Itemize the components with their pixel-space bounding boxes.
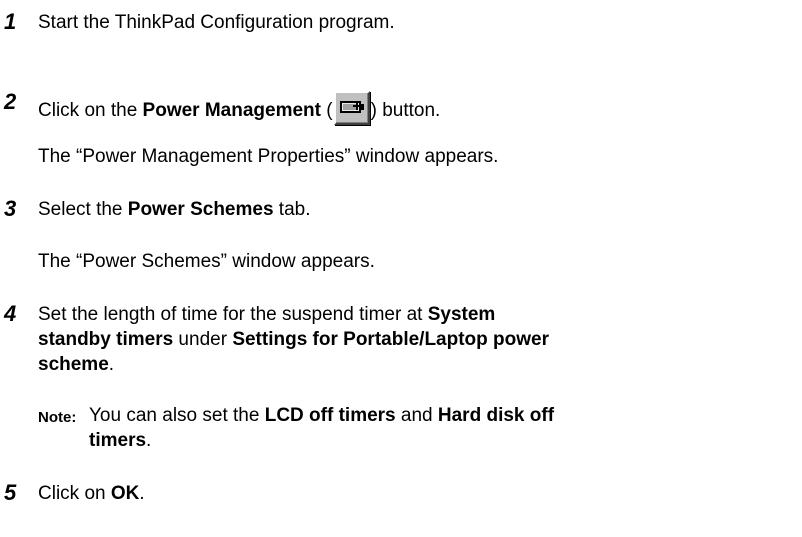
step-2-pre: Click on the — [38, 100, 143, 121]
step-3-text: Select the Power Schemes tab. — [38, 199, 311, 220]
step-2-open: ( — [320, 100, 333, 121]
note-line-2: timers. — [89, 430, 152, 451]
power-management-label: Power Management — [142, 100, 321, 121]
step-2-text: Click on the Power Management ( ) button. — [38, 91, 440, 125]
step-4-line-2: standby timers under Settings for Portab… — [38, 329, 549, 350]
note-line-1: You can also set the LCD off timers and … — [89, 405, 555, 426]
step-1-text: Start the ThinkPad Configuration program… — [38, 12, 395, 33]
note-label: Note: — [38, 409, 77, 426]
step-number-4: 4 — [4, 301, 17, 326]
step-4-line-1: Set the length of time for the suspend t… — [38, 304, 496, 325]
step-5-text: Click on OK. — [38, 483, 145, 504]
step-number-3: 3 — [4, 196, 17, 221]
step-number-1: 1 — [4, 9, 17, 34]
step-2-result: The “Power Management Properties” window… — [38, 146, 499, 167]
step-2-close: ) button. — [370, 100, 441, 121]
step-number-2: 2 — [4, 89, 17, 114]
step-number-5: 5 — [4, 480, 17, 505]
power-schemes-label: Power Schemes — [127, 199, 274, 220]
plus-icon — [352, 102, 361, 110]
step-3-result: The “Power Schemes” window appears. — [38, 251, 375, 272]
ok-label: OK — [110, 483, 140, 504]
step-4-line-3: scheme. — [38, 354, 115, 375]
power-management-button[interactable] — [333, 91, 370, 125]
